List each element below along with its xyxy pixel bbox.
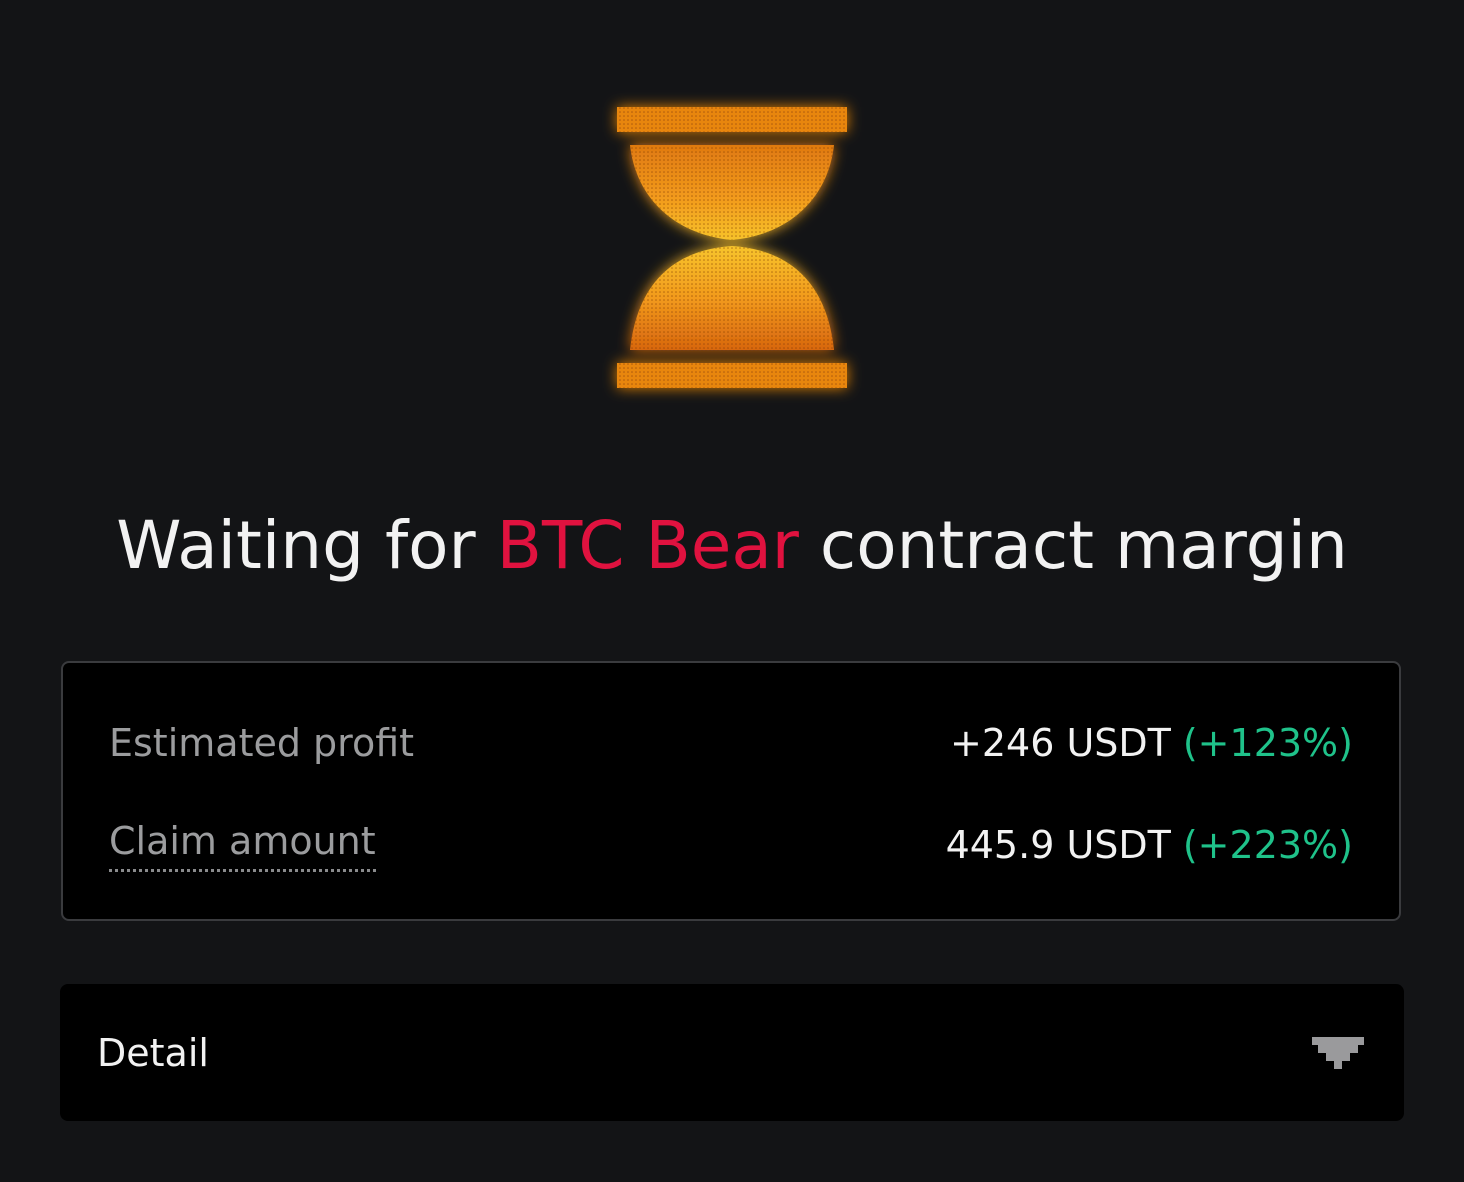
estimated-profit-percent: (+123%): [1182, 721, 1353, 765]
detail-toggle[interactable]: Detail: [60, 984, 1404, 1121]
estimated-profit-label: Estimated profit: [109, 721, 415, 765]
estimated-profit-value: +246 USDT (+123%): [950, 721, 1353, 765]
estimated-profit-row: Estimated profit +246 USDT (+123%): [109, 713, 1353, 773]
page: Waiting for BTC Bear contract margin Est…: [0, 0, 1464, 1182]
claim-amount-value: 445.9 USDT (+223%): [946, 823, 1353, 867]
hourglass-icon: [582, 70, 882, 420]
title-suffix: contract margin: [798, 507, 1348, 584]
claim-amount-row: Claim amount 445.9 USDT (+223%): [109, 815, 1353, 875]
summary-card: Estimated profit +246 USDT (+123%) Claim …: [61, 661, 1401, 921]
detail-label: Detail: [97, 1030, 209, 1075]
title-highlight: BTC Bear: [496, 507, 799, 584]
claim-amount-amount: 445.9 USDT: [945, 823, 1171, 867]
chevron-down-icon[interactable]: [1312, 1036, 1364, 1069]
page-title: Waiting for BTC Bear contract margin: [0, 506, 1464, 586]
title-prefix: Waiting for: [116, 507, 497, 584]
estimated-profit-amount: +246 USDT: [950, 721, 1171, 765]
claim-amount-label[interactable]: Claim amount: [109, 819, 376, 872]
claim-amount-percent: (+223%): [1182, 823, 1353, 867]
